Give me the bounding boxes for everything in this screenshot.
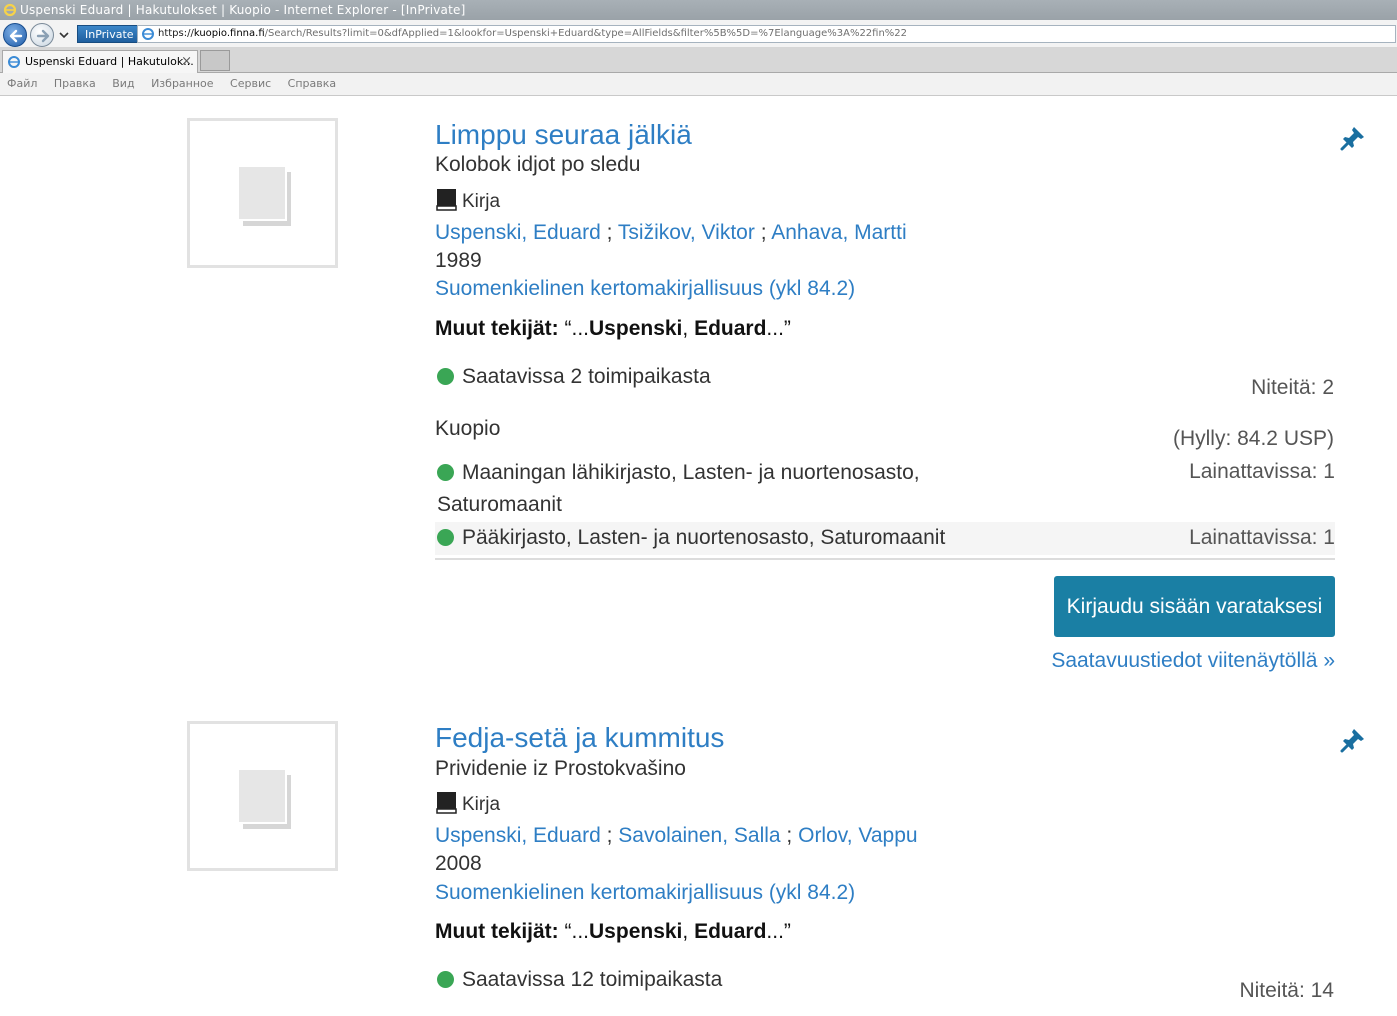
- availability-details-link[interactable]: Saatavuustiedot viitenäytöllä »: [1051, 649, 1335, 673]
- author-link[interactable]: Uspenski, Eduard: [435, 221, 601, 244]
- author-separator: ;: [760, 221, 767, 244]
- copies-count: Niteitä: 2: [1251, 376, 1334, 399]
- result-title-link[interactable]: Limppu seuraa jälkiä: [435, 119, 692, 151]
- menu-view[interactable]: Вид: [112, 77, 134, 90]
- availability-text: Saatavissa 2 toimipaikasta: [462, 365, 711, 388]
- author-link[interactable]: Orlov, Vappu: [798, 824, 917, 847]
- other-authors-label: Muut tekijät:: [435, 317, 559, 340]
- url-scheme: https://: [158, 28, 194, 39]
- availability-summary: Saatavissa 12 toimipaikasta: [437, 968, 722, 992]
- other-authors-label: Muut tekijät:: [435, 920, 559, 943]
- available-dot-icon: [437, 529, 454, 546]
- book-placeholder-icon: [238, 769, 291, 829]
- other-authors-name2: Eduard: [694, 920, 767, 943]
- url-host: kuopio.finna.fi: [193, 28, 265, 39]
- other-authors-close: ...”: [766, 317, 791, 340]
- format-label: Kirja: [435, 791, 500, 816]
- inprivate-badge: InPrivate: [77, 25, 142, 43]
- tab-label: Uspenski Eduard | Hakutulok...: [25, 55, 194, 68]
- available-dot-icon: [437, 971, 454, 988]
- result-title-link[interactable]: Fedja-setä ja kummitus: [435, 722, 724, 754]
- author-link[interactable]: Uspenski, Eduard: [435, 824, 601, 847]
- format-text: Kirja: [462, 794, 501, 815]
- location-row: Pääkirjasto, Lasten- ja nuortenosasto, S…: [435, 522, 1335, 555]
- subject-link[interactable]: Suomenkielinen kertomakirjallisuus (ykl …: [435, 277, 855, 301]
- window-title: Uspenski Eduard | Hakutulokset | Kuopio …: [20, 3, 466, 17]
- new-tab-button[interactable]: [200, 50, 230, 71]
- other-authors-comma: ,: [682, 920, 695, 943]
- other-authors-name1: Uspenski: [589, 920, 683, 943]
- other-authors-open: “...: [564, 317, 590, 340]
- menu-file[interactable]: Файл: [7, 77, 37, 90]
- tab-close-icon[interactable]: ×: [181, 51, 192, 73]
- cover-thumbnail[interactable]: [187, 118, 338, 268]
- other-authors-line: Muut tekijät: “...Uspenski, Eduard...”: [435, 317, 791, 341]
- url-input[interactable]: https://kuopio.finna.fi/Search/Results?l…: [137, 25, 1396, 43]
- back-arrow-icon: [9, 29, 23, 43]
- divider: [435, 558, 1335, 560]
- menu-edit[interactable]: Правка: [54, 77, 96, 90]
- window-titlebar: Uspenski Eduard | Hakutulokset | Kuopio …: [0, 0, 1397, 20]
- availability-text: Saatavissa 12 toimipaikasta: [462, 968, 723, 991]
- location-row: Maaningan lähikirjasto, Lasten- ja nuort…: [435, 456, 1335, 520]
- result-subtitle: Prividenie iz Prostokvašino: [435, 757, 686, 780]
- availability-summary: Saatavissa 2 toimipaikasta: [437, 365, 711, 389]
- author-link[interactable]: Tsižikov, Viktor: [618, 221, 755, 244]
- book-icon: [436, 189, 457, 211]
- loanable-count: Lainattavissa: 1: [1189, 460, 1335, 483]
- author-link[interactable]: Savolainen, Salla: [618, 824, 780, 847]
- menu-help[interactable]: Справка: [288, 77, 336, 90]
- publication-year: 1989: [435, 249, 482, 272]
- ie-logo-icon: [3, 3, 17, 17]
- pin-icon[interactable]: [1340, 125, 1366, 151]
- url-path: /Search/Results?limit=0&dfApplied=1&look…: [264, 28, 908, 39]
- ie-page-icon: [142, 28, 154, 40]
- login-to-reserve-button[interactable]: Kirjaudu sisään varataksesi: [1054, 576, 1335, 637]
- location-text: Pääkirjasto, Lasten- ja nuortenosasto, S…: [462, 526, 946, 549]
- book-icon: [436, 792, 457, 814]
- subject-link[interactable]: Suomenkielinen kertomakirjallisuus (ykl …: [435, 881, 855, 905]
- publication-year: 2008: [435, 852, 482, 875]
- forward-arrow-icon: [36, 29, 50, 43]
- shelf-mark: (Hylly: 84.2 USP): [1172, 427, 1334, 450]
- authors-line: Uspenski, Eduard ; Savolainen, Salla ; O…: [435, 824, 918, 848]
- authors-line: Uspenski, Eduard ; Tsižikov, Viktor ; An…: [435, 221, 907, 245]
- other-authors-open: “...: [564, 920, 590, 943]
- branch-name: Kuopio: [435, 417, 501, 440]
- format-label: Kirja: [435, 188, 500, 213]
- page-content: Limppu seuraa jälkiä Kolobok idjot po sl…: [0, 97, 1397, 1016]
- pin-icon[interactable]: [1340, 727, 1366, 753]
- location-name: Maaningan lähikirjasto, Lasten- ja nuort…: [437, 457, 997, 521]
- author-separator: ;: [606, 824, 613, 847]
- forward-button[interactable]: [30, 23, 54, 47]
- book-placeholder-icon: [238, 166, 291, 226]
- tab-bar: Uspenski Eduard | Hakutulok... ×: [0, 48, 1397, 73]
- other-authors-name2: Eduard: [694, 317, 767, 340]
- address-bar: InPrivate https://kuopio.finna.fi/Search…: [0, 20, 1397, 48]
- other-authors-name1: Uspenski: [589, 317, 683, 340]
- ie-tab-icon: [8, 56, 20, 68]
- location-text: Maaningan lähikirjasto, Lasten- ja nuort…: [437, 461, 920, 516]
- author-link[interactable]: Anhava, Martti: [771, 221, 906, 244]
- author-separator: ;: [786, 824, 793, 847]
- recent-pages-dropdown-icon[interactable]: [58, 30, 70, 40]
- menu-tools[interactable]: Сервис: [230, 77, 271, 90]
- other-authors-comma: ,: [682, 317, 695, 340]
- loanable-count: Lainattavissa: 1: [1189, 526, 1335, 549]
- other-authors-line: Muut tekijät: “...Uspenski, Eduard...”: [435, 920, 791, 944]
- tab-search-results[interactable]: Uspenski Eduard | Hakutulok... ×: [2, 50, 198, 73]
- location-name: Pääkirjasto, Lasten- ja nuortenosasto, S…: [437, 522, 1317, 554]
- format-text: Kirja: [462, 191, 501, 212]
- cover-thumbnail[interactable]: [187, 721, 338, 871]
- menu-favorites[interactable]: Избранное: [151, 77, 213, 90]
- back-button[interactable]: [3, 23, 27, 47]
- menu-bar: Файл Правка Вид Избранное Сервис Справка: [0, 73, 1397, 96]
- available-dot-icon: [437, 464, 454, 481]
- result-subtitle: Kolobok idjot po sledu: [435, 153, 641, 176]
- available-dot-icon: [437, 368, 454, 385]
- other-authors-close: ...”: [766, 920, 791, 943]
- copies-count: Niteitä: 14: [1239, 979, 1334, 1002]
- author-separator: ;: [606, 221, 613, 244]
